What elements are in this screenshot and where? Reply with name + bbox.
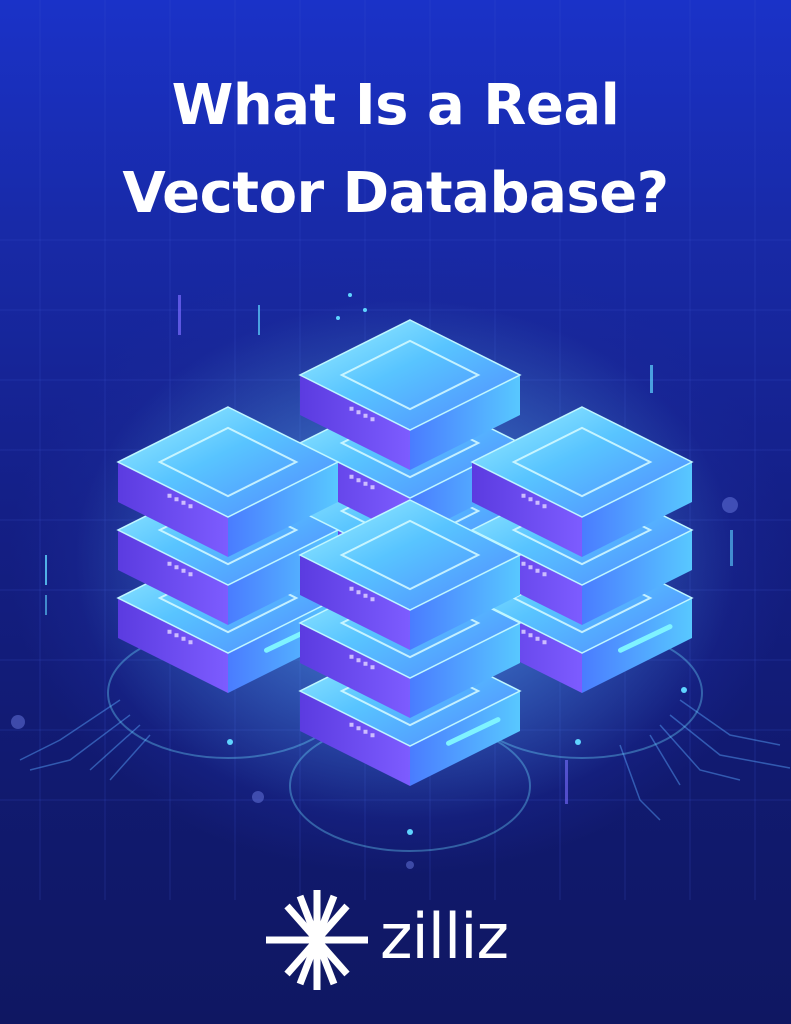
title-line-1: What Is a Real [171,73,620,138]
starburst-icon [266,890,368,990]
title-line-2: Vector Database? [122,161,669,226]
brand-logo: zilliz [262,884,552,996]
brand-name: zilliz [380,900,509,973]
page-title: What Is a Real Vector Database? [0,62,791,238]
cover-page: What Is a Real Vector Database? zilliz [0,0,791,1024]
